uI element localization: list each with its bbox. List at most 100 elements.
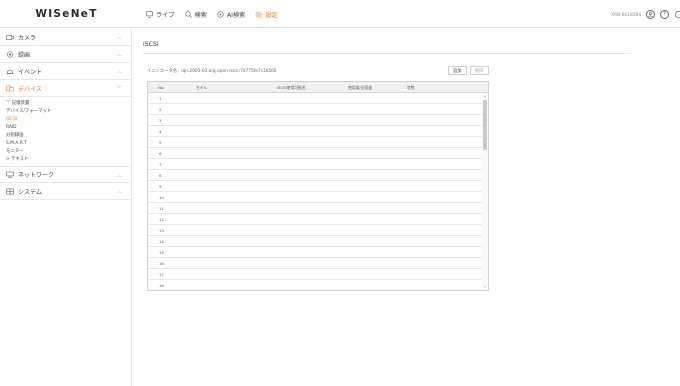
main-content: iSCSI イニシエータ名：iqn.2005-03.org.open-iscsi… — [133, 29, 680, 386]
column-header-iscsi-name: iSCSI使用可能名 — [277, 85, 306, 90]
row-number: 2 — [159, 107, 162, 112]
sidebar-item-label: システム — [18, 188, 42, 196]
scroll-down-icon[interactable]: ▾ — [483, 285, 487, 289]
main-nav: ライブ 検索 AI検索 設定 — [146, 0, 278, 28]
row-number: 18 — [159, 283, 164, 288]
nav-search[interactable]: 検索 — [184, 10, 207, 19]
chevron-up-icon: ︿ — [116, 69, 122, 75]
submenu-raid[interactable]: RAID — [6, 124, 131, 132]
sidebar-item-network[interactable]: ネットワーク ︿ — [0, 166, 131, 183]
chevron-up-icon: ︿ — [116, 35, 122, 41]
chevron-up-icon: ︿ — [116, 173, 122, 179]
column-header-model: モデル — [196, 85, 208, 90]
network-icon — [6, 171, 14, 178]
nav-ai-search[interactable]: AI検索 — [217, 10, 245, 19]
row-number: 13 — [159, 228, 164, 233]
table-row[interactable]: 1 — [148, 93, 488, 104]
initiator-name: イニシエータ名：iqn.2005-03.org.open-iscsi:74775… — [147, 69, 277, 74]
nav-settings[interactable]: 設定 — [255, 10, 278, 19]
sidebar-item-label: 録画 — [18, 51, 31, 59]
sidebar-item-label: イベント — [18, 68, 43, 76]
sidebar-item-label: ネットワーク — [18, 172, 55, 179]
camera-icon — [6, 34, 14, 40]
brand-logo[interactable]: WISeNeT — [0, 0, 133, 28]
sidebar-item-device[interactable]: デバイス ﹀ — [0, 80, 131, 97]
table-row[interactable]: 14 — [148, 236, 488, 247]
header-right: XRN-6410DB4 ? — [611, 0, 680, 28]
submenu-storage[interactable]: ﹀ 記憶装置 — [6, 100, 131, 108]
table-row[interactable]: 5 — [148, 137, 488, 148]
table-row[interactable]: 3 — [148, 115, 488, 126]
row-number: 5 — [159, 140, 162, 145]
sidebar-item-event[interactable]: イベント ︿ — [0, 63, 131, 80]
row-number: 7 — [159, 162, 162, 167]
delete-button[interactable]: 削除 — [470, 66, 489, 75]
table-row[interactable]: 10 — [148, 192, 488, 203]
device-submenu: ﹀ 記憶装置 デバイス/フォーマット iSCSI RAID 分割録画 S.M.A… — [0, 97, 131, 166]
table-row[interactable]: 11 — [148, 203, 488, 214]
sidebar-item-system[interactable]: システム ︿ — [0, 183, 131, 200]
power-icon[interactable] — [674, 10, 680, 19]
sidebar-item-camera[interactable]: カメラ ︿ — [0, 29, 131, 46]
submenu-text[interactable]: > テキスト — [6, 156, 131, 164]
column-header-usage: 使用量/全容量 — [348, 85, 373, 90]
scroll-up-icon[interactable]: ▴ — [483, 94, 487, 98]
row-number: 8 — [159, 173, 162, 178]
user-id: XRN-6410DB4 — [611, 11, 641, 17]
table-row[interactable]: 6 — [148, 148, 488, 159]
help-icon[interactable]: ? — [660, 9, 669, 19]
row-number: 14 — [159, 239, 164, 244]
table-row[interactable]: 12 — [148, 214, 488, 225]
help-glyph: ? — [663, 11, 666, 17]
table-row[interactable]: 9 — [148, 181, 488, 192]
nav-settings-label: 設定 — [265, 11, 278, 19]
chevron-up-icon: ︿ — [116, 189, 122, 195]
nav-live[interactable]: ライブ — [146, 10, 175, 19]
table-body: 1 2 3 4 5 6 7 8 9 10 11 12 13 14 15 16 17 18 — [148, 93, 488, 290]
title-divider — [143, 53, 631, 54]
row-number: 9 — [159, 184, 162, 189]
row-number: 3 — [159, 118, 162, 123]
row-number: 16 — [159, 261, 164, 266]
chevron-up-icon: ︿ — [116, 52, 122, 58]
sidebar-item-record[interactable]: 録画 ︿ — [0, 46, 131, 63]
submenu-smart[interactable]: S.M.A.R.T — [6, 140, 131, 148]
table-row[interactable]: 17 — [148, 269, 488, 280]
row-number: 10 — [159, 195, 164, 200]
search-icon — [184, 10, 192, 18]
event-icon — [6, 69, 14, 74]
row-number: 17 — [159, 272, 164, 277]
column-header-status: 状態 — [407, 85, 415, 90]
sidebar-item-label: カメラ — [18, 34, 37, 42]
gear-icon — [255, 11, 262, 17]
submenu-split-recording[interactable]: 分割録画 — [6, 132, 131, 140]
nav-search-label: 検索 — [194, 11, 207, 19]
row-number: 1 — [159, 96, 162, 101]
table-row[interactable]: 2 — [148, 104, 488, 115]
submenu-iscsi[interactable]: iSCSI — [6, 116, 131, 124]
user-icon[interactable] — [646, 9, 655, 19]
row-number: 6 — [159, 151, 162, 156]
ai-search-icon — [217, 10, 224, 18]
table-row[interactable]: 4 — [148, 126, 488, 137]
table-row[interactable]: 7 — [148, 159, 488, 170]
table-row[interactable]: 15 — [148, 247, 488, 258]
table-row[interactable]: 8 — [148, 170, 488, 181]
sidebar-item-label: デバイス — [18, 85, 42, 93]
add-button[interactable]: 追加 — [448, 66, 467, 75]
row-number: 15 — [159, 250, 164, 255]
record-icon — [6, 50, 14, 58]
row-number: 12 — [159, 217, 164, 222]
table-row[interactable]: 16 — [148, 258, 488, 269]
table-row[interactable]: 18 — [148, 280, 488, 290]
nav-ai-search-label: AI検索 — [226, 11, 246, 19]
row-number: 11 — [159, 206, 164, 211]
iscsi-table: No. モデル iSCSI使用可能名 使用量/全容量 状態 1234567891… — [147, 81, 489, 291]
table-row[interactable]: 13 — [148, 225, 488, 236]
submenu-device-format[interactable]: デバイス/フォーマット — [6, 108, 131, 116]
column-header-no: No. — [158, 85, 165, 90]
row-number: 4 — [159, 129, 162, 134]
submenu-monitor[interactable]: モニター — [6, 148, 131, 156]
device-icon — [6, 85, 14, 91]
scrollbar-thumb[interactable] — [483, 100, 487, 150]
